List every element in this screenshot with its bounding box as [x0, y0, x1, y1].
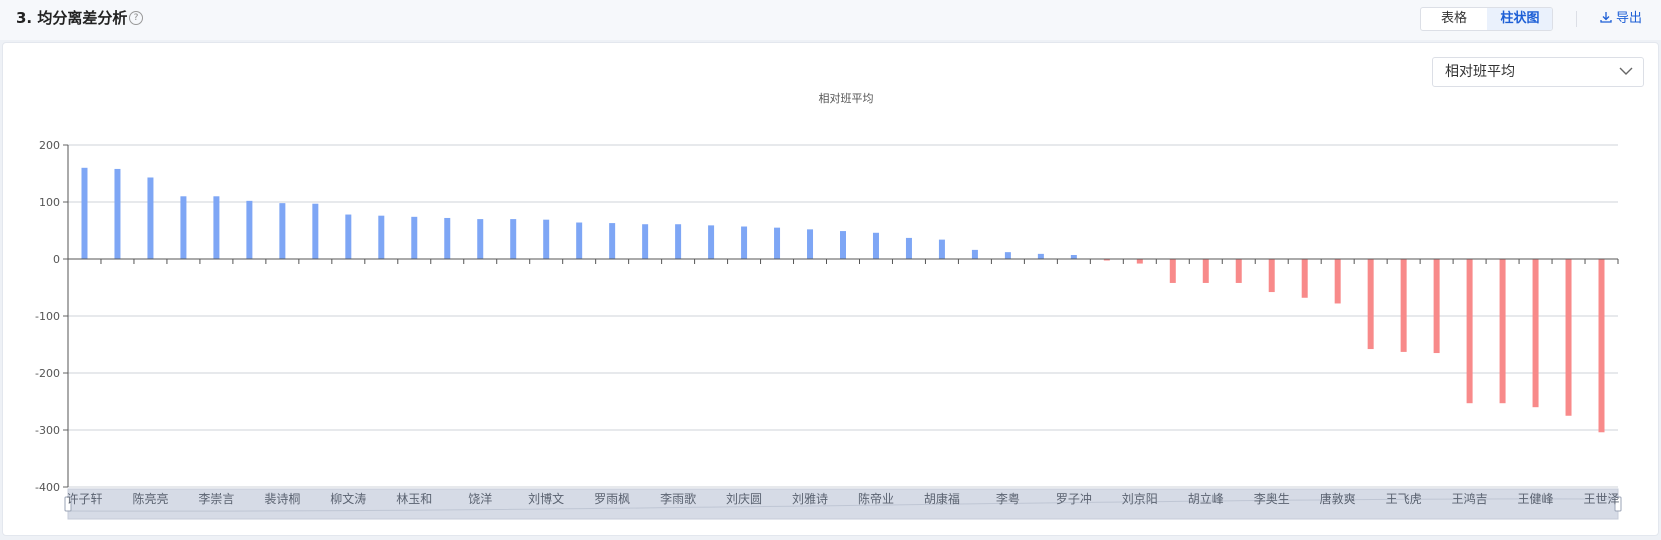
x-tick-label: 王飞虎	[1386, 492, 1422, 506]
x-tick-label: 李粤	[996, 491, 1020, 506]
bar[interactable]	[609, 223, 616, 259]
chart-title: 相对班平均	[819, 91, 874, 105]
x-tick-label: 王世泽	[1584, 492, 1620, 506]
bar[interactable]	[1334, 259, 1341, 304]
y-tick-label: -300	[35, 424, 60, 437]
bar[interactable]	[444, 217, 451, 259]
x-tick-label: 李崇言	[198, 491, 234, 506]
x-tick-label: 刘庆圆	[726, 492, 762, 506]
bar[interactable]	[1367, 259, 1374, 350]
bar[interactable]	[1433, 259, 1440, 354]
x-tick-label: 陈帝业	[858, 491, 894, 506]
bar[interactable]	[1004, 252, 1011, 259]
bar[interactable]	[312, 203, 319, 259]
bar[interactable]	[1565, 259, 1572, 416]
bar[interactable]	[642, 224, 649, 259]
bar[interactable]	[510, 219, 517, 259]
x-tick-label: 陈亮亮	[132, 491, 168, 506]
y-tick-label: -100	[35, 310, 60, 323]
bar[interactable]	[840, 231, 846, 259]
bar[interactable]	[543, 219, 550, 259]
x-tick-label: 李雨歌	[660, 491, 696, 506]
bar[interactable]	[774, 227, 781, 259]
bar[interactable]	[1136, 259, 1143, 264]
bar[interactable]	[1499, 259, 1506, 404]
x-tick-label: 王鸿吉	[1452, 492, 1488, 506]
bar[interactable]	[576, 222, 583, 259]
bar[interactable]	[345, 214, 352, 259]
bar[interactable]	[1268, 259, 1275, 293]
y-tick-label: -200	[35, 367, 60, 380]
x-tick-label: 李奥生	[1254, 491, 1290, 506]
x-tick-label: 裴诗桐	[264, 491, 300, 506]
bar[interactable]	[1235, 259, 1242, 283]
y-tick-label: -400	[35, 481, 60, 494]
y-tick-label: 0	[53, 253, 60, 266]
y-tick-label: 100	[39, 196, 60, 209]
bar[interactable]	[477, 219, 484, 259]
bar[interactable]	[1202, 259, 1209, 283]
x-tick-label: 饶洋	[468, 491, 492, 506]
x-tick-label: 许子轩	[66, 492, 102, 506]
bar[interactable]	[708, 225, 715, 259]
x-tick-label: 林玉和	[396, 492, 432, 506]
x-tick-label: 刘博文	[528, 491, 564, 506]
bar[interactable]	[1598, 259, 1605, 433]
bar[interactable]	[180, 196, 187, 259]
bar[interactable]	[938, 239, 945, 259]
x-tick-label: 柳文涛	[330, 491, 366, 506]
x-tick-label: 罗子冲	[1056, 491, 1092, 506]
x-tick-label: 胡立峰	[1188, 491, 1224, 506]
bar[interactable]	[1301, 259, 1308, 298]
bar[interactable]	[905, 237, 912, 259]
x-tick-label: 唐敦爽	[1320, 491, 1356, 506]
bar[interactable]	[741, 226, 748, 259]
bar[interactable]	[411, 216, 418, 259]
bar[interactable]	[279, 203, 286, 259]
x-tick-label: 罗雨枫	[594, 491, 630, 506]
y-tick-label: 200	[39, 139, 60, 152]
x-tick-label: 刘京阳	[1122, 492, 1158, 506]
bar[interactable]	[213, 196, 220, 259]
bar[interactable]	[1070, 255, 1077, 259]
bar[interactable]	[1532, 259, 1539, 408]
bar[interactable]	[971, 249, 978, 259]
bar[interactable]	[1037, 253, 1044, 259]
bar[interactable]	[81, 167, 88, 259]
x-tick-label: 胡康福	[924, 491, 960, 506]
x-tick-label: 刘雅诗	[792, 491, 828, 506]
bar[interactable]	[114, 168, 121, 259]
bar[interactable]	[1466, 259, 1473, 404]
bar-chart: 相对班平均 200 100 0 -100 -200 -300 -400 许子轩 陈亮亮 李崇言 裴…	[35, 91, 1622, 520]
bar[interactable]	[378, 215, 385, 259]
bar[interactable]	[1400, 259, 1407, 352]
bar[interactable]	[147, 177, 154, 259]
bar[interactable]	[246, 200, 253, 259]
bar[interactable]	[1169, 259, 1176, 283]
bar[interactable]	[807, 229, 814, 259]
x-tick-label: 王健峰	[1518, 492, 1554, 506]
bar[interactable]	[872, 232, 879, 259]
bar[interactable]	[675, 224, 682, 259]
